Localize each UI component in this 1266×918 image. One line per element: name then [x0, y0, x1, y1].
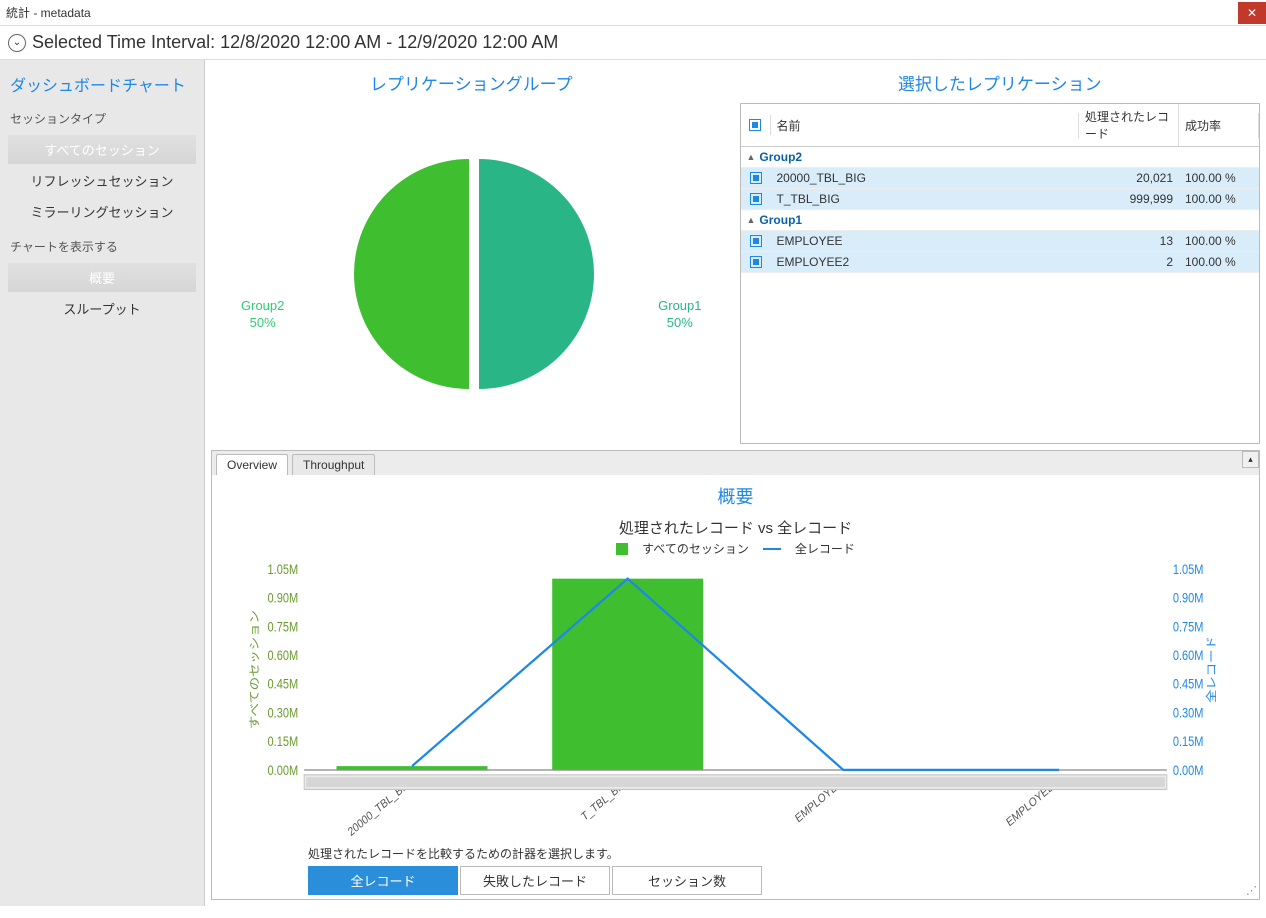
sidebar-item-throughput[interactable]: スループット: [8, 294, 196, 323]
window-title: 統計 - metadata: [6, 4, 91, 21]
overview-panel: 概要 処理されたレコード vs 全レコード すべてのセッション 全レコード 0.…: [212, 475, 1259, 899]
svg-text:1.05M: 1.05M: [268, 563, 299, 577]
svg-text:0.00M: 0.00M: [1173, 763, 1204, 778]
sidebar-group1-label: セッションタイプ: [0, 106, 204, 133]
sidebar-heading: ダッシュボードチャート: [0, 68, 204, 106]
table-row[interactable]: EMPLOYEE 13 100.00 %: [741, 231, 1260, 252]
svg-text:0.30M: 0.30M: [268, 705, 299, 720]
svg-text:全レコード: 全レコード: [1204, 636, 1217, 703]
scroll-up-icon[interactable]: ▴: [1242, 451, 1259, 468]
svg-text:0.45M: 0.45M: [268, 677, 299, 692]
svg-text:0.30M: 0.30M: [1173, 705, 1204, 720]
group-row-group1[interactable]: ▲ Group1: [741, 210, 1260, 231]
svg-text:0.15M: 0.15M: [268, 734, 299, 749]
tab-throughput[interactable]: Throughput: [292, 454, 375, 475]
svg-text:0.75M: 0.75M: [268, 619, 299, 634]
legend-bar-icon: [616, 543, 628, 555]
sidebar-item-overview[interactable]: 概要: [8, 263, 196, 292]
row-checkbox[interactable]: [750, 193, 762, 205]
svg-text:1.05M: 1.05M: [1173, 563, 1204, 577]
row-checkbox[interactable]: [750, 172, 762, 184]
row-checkbox[interactable]: [750, 235, 762, 247]
svg-text:0.75M: 0.75M: [1173, 619, 1204, 634]
title-bar: 統計 - metadata ✕: [0, 0, 1266, 26]
pie-chart: Group250% Group150%: [211, 103, 732, 444]
svg-text:0.60M: 0.60M: [1173, 648, 1204, 663]
legend-line-icon: [763, 548, 781, 550]
svg-text:0.90M: 0.90M: [1173, 591, 1204, 606]
replication-group-panel: レプリケーショングループ Group250% Group150%: [211, 66, 732, 444]
caret-icon: ▲: [747, 215, 756, 225]
bottom-pane: ▴ Overview Throughput 概要 処理されたレコード vs 全レ…: [211, 450, 1260, 900]
chart-title: 処理されたレコード vs 全レコード: [224, 517, 1247, 538]
caret-icon: ▲: [747, 152, 756, 162]
svg-text:0.00M: 0.00M: [268, 763, 299, 778]
table-header: 名前 処理されたレコード 成功率: [741, 104, 1260, 147]
interval-text: Selected Time Interval: 12/8/2020 12:00 …: [32, 32, 558, 53]
sidebar-group2-label: チャートを表示する: [0, 234, 204, 261]
sidebar-item-all-sessions[interactable]: すべてのセッション: [8, 135, 196, 164]
bar-line-chart: 0.00M 0.00M 0.15M 0.15M 0.30M 0.30M 0.45M 0.45M…: [244, 563, 1227, 843]
svg-text:0.45M: 0.45M: [1173, 677, 1204, 692]
instruction-text: 処理されたレコードを比較するための計器を選択します。: [224, 843, 1247, 866]
sidebar: ダッシュボードチャート セッションタイプ すべてのセッション リフレッシュセッシ…: [0, 60, 205, 906]
pie-label-group1: Group150%: [658, 298, 701, 332]
group-row-group2[interactable]: ▲ Group2: [741, 147, 1260, 168]
col-records[interactable]: 処理されたレコード: [1079, 104, 1179, 146]
col-rate[interactable]: 成功率: [1179, 113, 1259, 138]
svg-text:0.15M: 0.15M: [1173, 734, 1204, 749]
overview-title: 概要: [224, 481, 1247, 517]
tab-overview[interactable]: Overview: [216, 454, 288, 475]
btn-all-records[interactable]: 全レコード: [308, 866, 458, 895]
btn-failed-records[interactable]: 失敗したレコード: [460, 866, 610, 895]
table-row[interactable]: 20000_TBL_BIG 20,021 100.00 %: [741, 168, 1260, 189]
table-row[interactable]: T_TBL_BIG 999,999 100.00 %: [741, 189, 1260, 210]
row-checkbox[interactable]: [750, 256, 762, 268]
chart-legend: すべてのセッション 全レコード: [224, 538, 1247, 563]
svg-text:0.90M: 0.90M: [268, 591, 299, 606]
sidebar-item-refresh[interactable]: リフレッシュセッション: [8, 166, 196, 195]
btn-session-count[interactable]: セッション数: [612, 866, 762, 895]
sidebar-item-mirroring[interactable]: ミラーリングセッション: [8, 197, 196, 226]
collapse-icon[interactable]: ⌄: [8, 34, 26, 52]
pie-label-group2: Group250%: [241, 298, 284, 332]
svg-text:すべてのセッション: すべてのセッション: [248, 610, 261, 729]
selected-replication-panel: 選択したレプリケーション 名前 処理されたレコード 成功率 ▲ Group2: [740, 66, 1261, 444]
panel-title-right: 選択したレプリケーション: [740, 66, 1261, 103]
table-row[interactable]: EMPLOYEE2 2 100.00 %: [741, 252, 1260, 273]
svg-text:0.60M: 0.60M: [268, 648, 299, 663]
col-name[interactable]: 名前: [771, 113, 1080, 138]
close-button[interactable]: ✕: [1238, 2, 1266, 24]
interval-bar: ⌄ Selected Time Interval: 12/8/2020 12:0…: [0, 26, 1266, 60]
panel-title-left: レプリケーショングループ: [211, 66, 732, 103]
metric-buttons: 全レコード 失敗したレコード セッション数: [224, 866, 1247, 899]
header-checkbox[interactable]: [749, 119, 761, 131]
tabs: Overview Throughput: [212, 451, 1259, 475]
resize-grip-icon[interactable]: ⋰: [1246, 884, 1257, 897]
replication-table: 名前 処理されたレコード 成功率 ▲ Group2 20000_TBL_BIG …: [740, 103, 1261, 444]
